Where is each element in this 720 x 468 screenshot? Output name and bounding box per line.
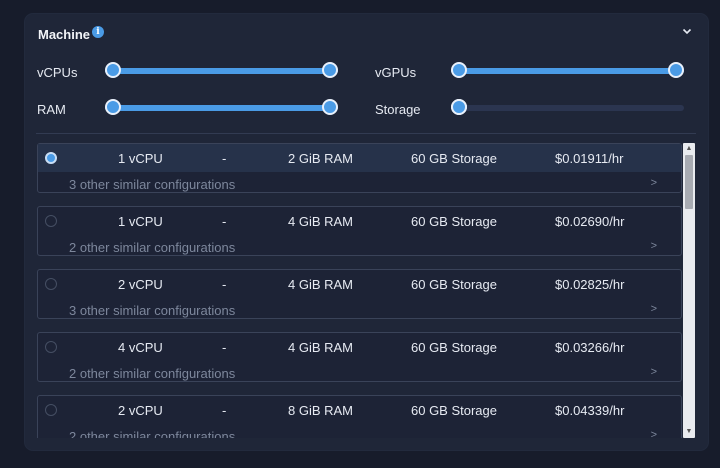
vcpus-label: vCPUs (37, 65, 78, 80)
config-option[interactable]: 1 vCPU - 4 GiB RAM 60 GB Storage $0.0269… (37, 206, 682, 256)
config-cpu: 4 vCPU (118, 340, 163, 355)
ram-label: RAM (37, 102, 66, 117)
config-option[interactable]: 4 vCPU - 4 GiB RAM 60 GB Storage $0.0326… (37, 332, 682, 382)
config-separator: - (222, 214, 227, 229)
info-icon[interactable]: i (92, 26, 104, 38)
config-separator: - (222, 277, 227, 292)
similar-configs-link[interactable]: 2 other similar configurations (69, 240, 235, 255)
vcpus-max-handle[interactable] (322, 62, 338, 78)
config-option[interactable]: 2 vCPU - 4 GiB RAM 60 GB Storage $0.0282… (37, 269, 682, 319)
vcpus-min-handle[interactable] (105, 62, 121, 78)
chevron-right-icon[interactable]: > (651, 429, 657, 438)
radio-button[interactable] (45, 152, 57, 164)
config-separator: - (222, 340, 227, 355)
config-price: $0.01911/hr (555, 151, 624, 166)
scrollbar-thumb[interactable] (685, 155, 693, 209)
config-storage: 60 GB Storage (411, 214, 497, 229)
chevron-right-icon[interactable]: > (651, 177, 657, 189)
config-ram: 8 GiB RAM (288, 403, 354, 418)
vgpus-label: vGPUs (375, 65, 417, 80)
vcpus-slider[interactable] (105, 62, 338, 78)
ram-min-handle[interactable] (105, 99, 121, 115)
storage-max-handle[interactable] (451, 99, 467, 115)
storage-label: Storage (375, 102, 421, 117)
chevron-right-icon[interactable]: > (651, 366, 657, 378)
ram-max-handle[interactable] (322, 99, 338, 115)
chevron-right-icon[interactable]: > (651, 240, 657, 252)
config-cpu: 2 vCPU (118, 403, 163, 418)
divider (36, 133, 696, 134)
config-price: $0.02690/hr (555, 214, 625, 229)
config-ram: 2 GiB RAM (288, 151, 354, 166)
config-cpu: 1 vCPU (118, 151, 163, 166)
similar-configs-link[interactable]: 3 other similar configurations (69, 177, 235, 192)
config-option[interactable]: 2 vCPU - 8 GiB RAM 60 GB Storage $0.0433… (37, 395, 682, 438)
config-separator: - (222, 151, 227, 166)
ram-slider-fill (105, 105, 338, 111)
config-ram: 4 GiB RAM (288, 277, 354, 292)
config-cpu: 2 vCPU (118, 277, 163, 292)
radio-button[interactable] (45, 404, 57, 416)
vgpus-min-handle[interactable] (451, 62, 467, 78)
chevron-down-icon[interactable] (680, 25, 694, 39)
config-ram: 4 GiB RAM (288, 340, 354, 355)
config-storage: 60 GB Storage (411, 151, 497, 166)
config-cpu: 1 vCPU (118, 214, 163, 229)
config-list: 1 vCPU - 2 GiB RAM 60 GB Storage $0.0191… (37, 143, 697, 438)
ram-slider[interactable] (105, 99, 338, 115)
radio-button[interactable] (45, 278, 57, 290)
config-price: $0.02825/hr (555, 277, 625, 292)
config-price: $0.03266/hr (555, 340, 625, 355)
scrollbar[interactable]: ▲ ▼ (683, 143, 695, 438)
similar-configs-link[interactable]: 3 other similar configurations (69, 303, 235, 318)
config-price: $0.04339/hr (555, 403, 625, 418)
similar-configs-link[interactable]: 2 other similar configurations (69, 366, 235, 381)
radio-button[interactable] (45, 341, 57, 353)
vgpus-max-handle[interactable] (668, 62, 684, 78)
config-option[interactable]: 1 vCPU - 2 GiB RAM 60 GB Storage $0.0191… (37, 143, 682, 193)
storage-slider[interactable] (451, 99, 684, 115)
config-storage: 60 GB Storage (411, 277, 497, 292)
machine-panel: Machine i vCPUs vGPUs RAM Storage 1 vCPU (25, 14, 708, 450)
vgpus-slider-fill (451, 68, 684, 74)
section-title: Machine (38, 27, 91, 42)
scroll-up-arrow-icon[interactable]: ▲ (683, 143, 695, 155)
chevron-right-icon[interactable]: > (651, 303, 657, 315)
similar-configs-link[interactable]: 2 other similar configurations (69, 429, 235, 438)
config-storage: 60 GB Storage (411, 403, 497, 418)
radio-button[interactable] (45, 215, 57, 227)
config-ram: 4 GiB RAM (288, 214, 354, 229)
scroll-down-arrow-icon[interactable]: ▼ (683, 426, 695, 438)
config-separator: - (222, 403, 227, 418)
vgpus-slider[interactable] (451, 62, 684, 78)
vcpus-slider-fill (105, 68, 338, 74)
config-storage: 60 GB Storage (411, 340, 497, 355)
